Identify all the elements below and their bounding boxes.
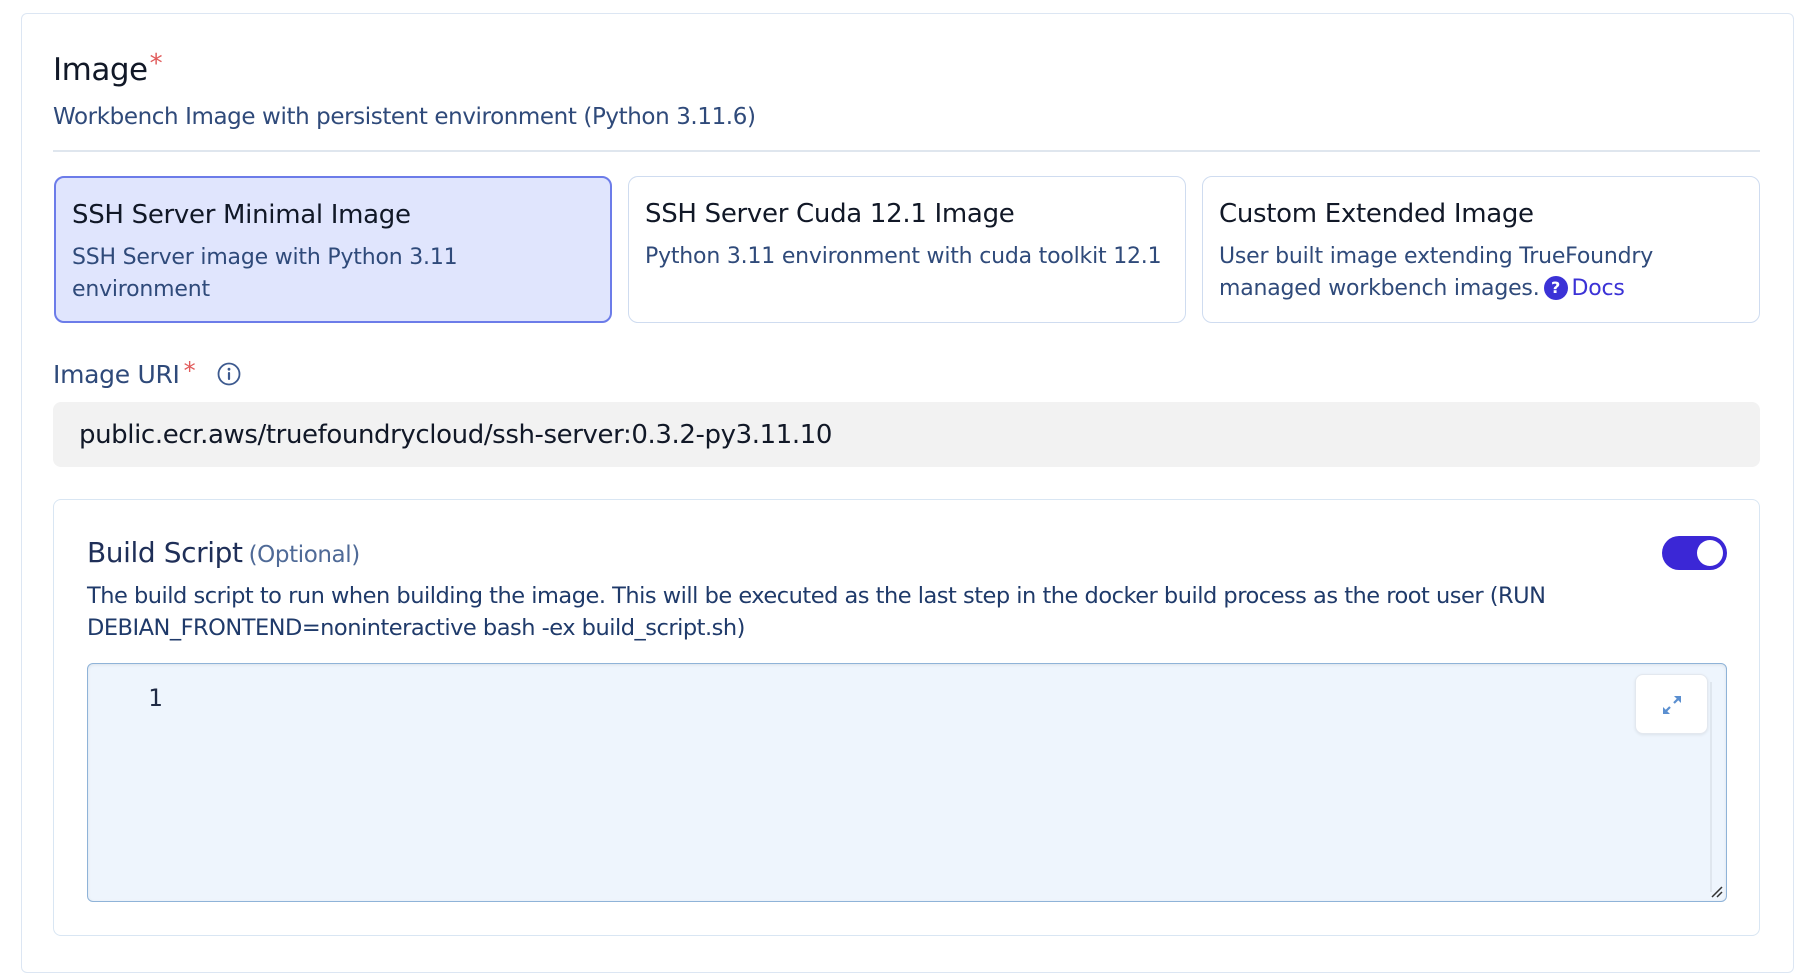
image-uri-label: Image URI *	[53, 357, 196, 389]
image-option-ssh-cuda[interactable]: SSH Server Cuda 12.1 Image Python 3.11 e…	[628, 176, 1186, 323]
build-script-toggle[interactable]	[1662, 536, 1727, 570]
help-circle-icon: ?	[1543, 276, 1568, 300]
card-description: SSH Server image with Python 3.11 enviro…	[72, 245, 458, 302]
required-asterisk: *	[183, 357, 196, 385]
editor-scrollbar[interactable]	[1710, 682, 1712, 892]
image-uri-input[interactable]	[53, 402, 1760, 467]
image-title-text: Image	[53, 52, 148, 88]
image-section-title: Image*	[53, 49, 163, 88]
required-asterisk: *	[149, 49, 163, 79]
build-script-title-text: Build Script	[87, 536, 243, 569]
build-script-description: The build script to run when building th…	[87, 583, 1546, 641]
resize-handle-icon[interactable]	[1708, 883, 1724, 899]
image-option-custom-extended[interactable]: Custom Extended Image User built image e…	[1202, 176, 1760, 323]
image-section-description: Workbench Image with persistent environm…	[53, 104, 756, 130]
expand-icon	[1663, 696, 1681, 714]
section-divider	[53, 150, 1760, 152]
optional-label: (Optional)	[248, 542, 361, 568]
card-description: User built image extending TrueFoundry m…	[1219, 241, 1743, 305]
card-description: Python 3.11 environment with cuda toolki…	[645, 244, 1162, 269]
expand-editor-button[interactable]	[1635, 674, 1708, 734]
image-option-ssh-minimal[interactable]: SSH Server Minimal Image SSH Server imag…	[54, 176, 612, 323]
card-title: SSH Server Cuda 12.1 Image	[645, 199, 1015, 229]
info-icon[interactable]	[216, 361, 242, 387]
build-script-editor[interactable]: 1	[87, 663, 1727, 902]
card-title: Custom Extended Image	[1219, 199, 1534, 229]
image-uri-label-text: Image URI	[53, 360, 180, 389]
build-script-title: Build Script (Optional)	[87, 536, 360, 569]
toggle-knob	[1697, 540, 1723, 566]
line-number: 1	[148, 684, 163, 712]
docs-link[interactable]: Docs	[1572, 276, 1625, 301]
card-title: SSH Server Minimal Image	[72, 200, 411, 230]
